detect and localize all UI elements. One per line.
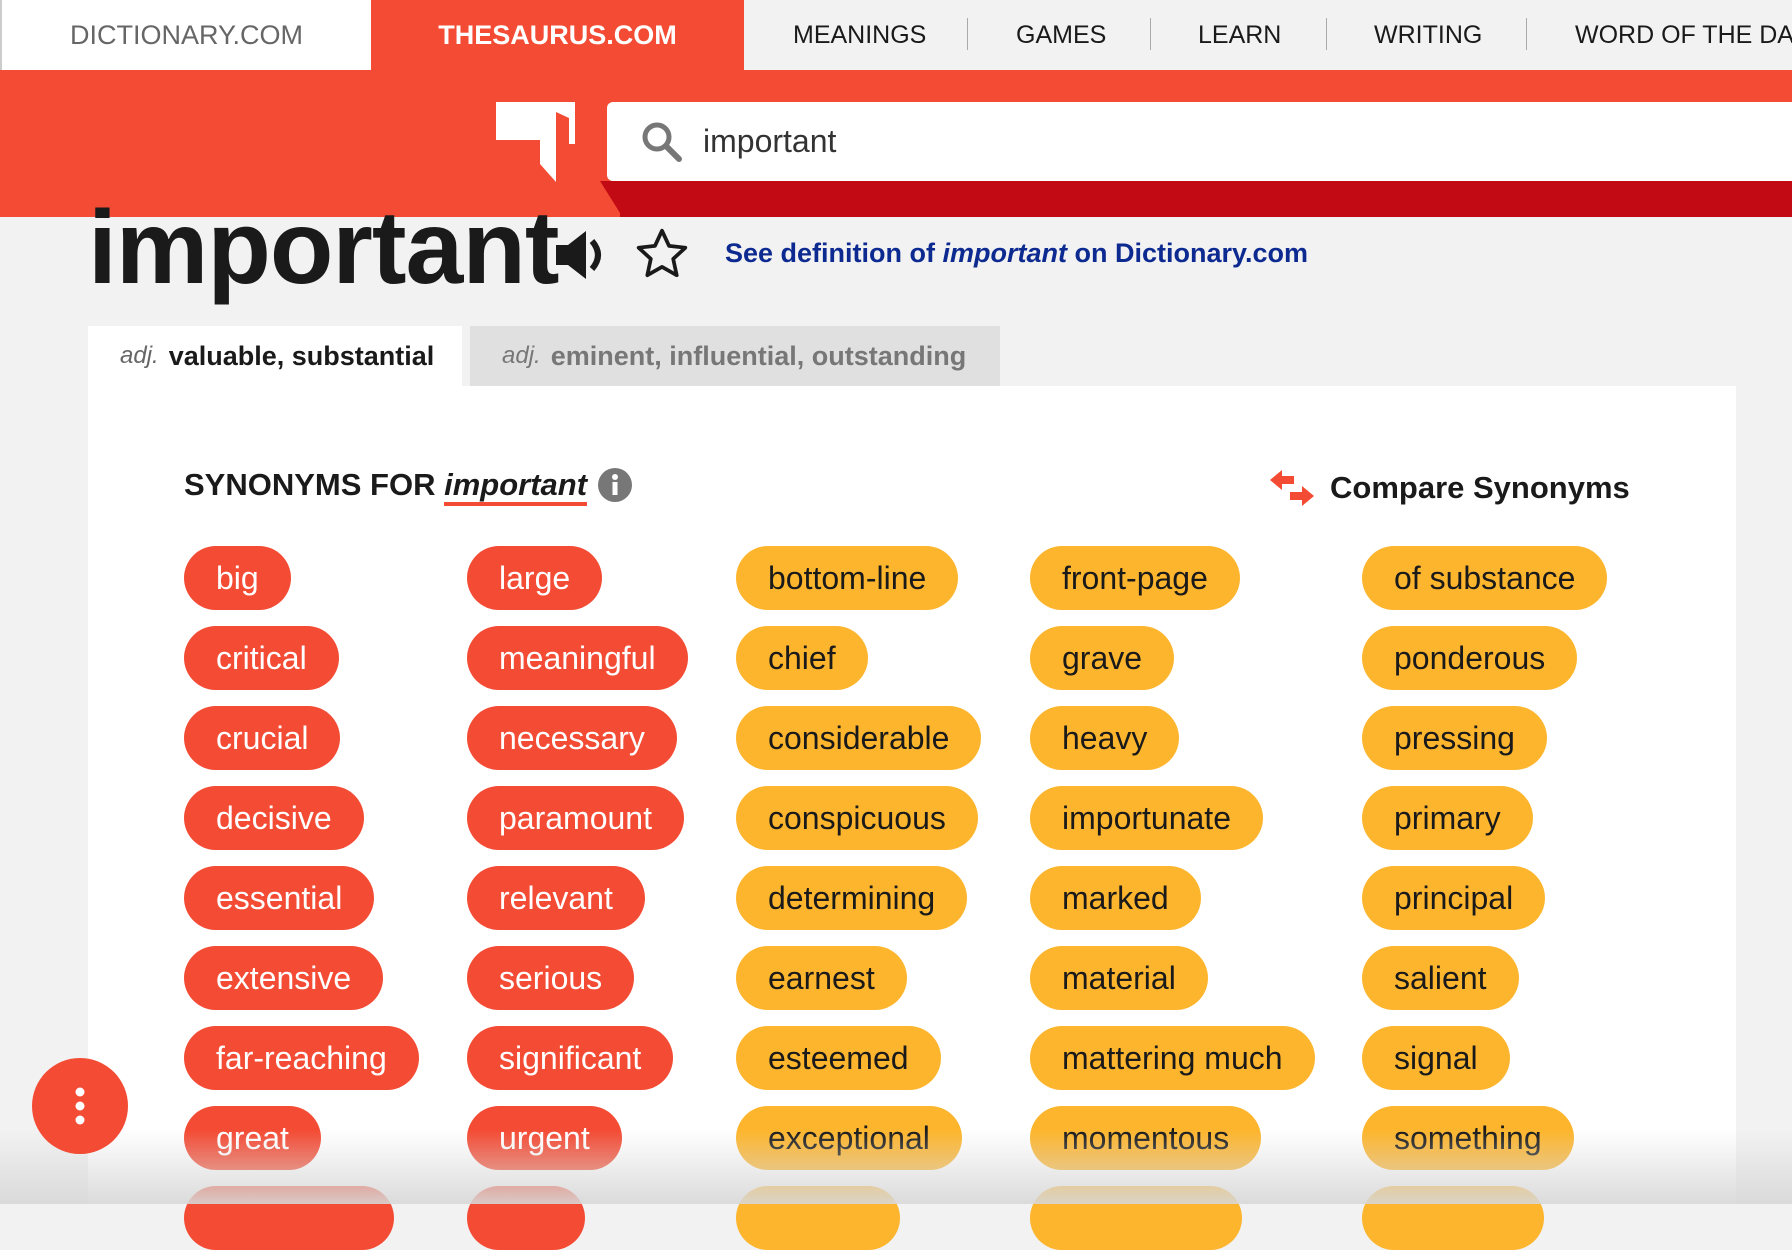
synonym-pill[interactable]: far-reaching <box>184 1026 419 1090</box>
sense-tab-2[interactable]: adj. eminent, influential, outstanding <box>470 326 1000 386</box>
nav-learn[interactable]: LEARN <box>1198 0 1281 70</box>
speaker-icon[interactable] <box>554 229 608 281</box>
info-icon[interactable] <box>597 467 633 503</box>
entry-word: important <box>88 190 560 306</box>
synonym-pill[interactable]: grave <box>1030 626 1175 690</box>
nav-word-of-the-day[interactable]: WORD OF THE DAY <box>1575 0 1792 70</box>
nav-divider <box>1150 18 1151 50</box>
compare-arrows-icon <box>1270 470 1314 506</box>
synonym-pill[interactable]: marked <box>1030 866 1201 930</box>
synonym-pill[interactable]: chief <box>736 626 868 690</box>
synonym-pill[interactable]: considerable <box>736 706 982 770</box>
compare-synonyms-button[interactable]: Compare Synonyms <box>1268 468 1630 508</box>
dictionary-tab[interactable]: DICTIONARY.COM <box>0 0 371 70</box>
search-icon[interactable] <box>641 121 683 163</box>
synonym-pill[interactable]: decisive <box>184 786 364 850</box>
nav-divider <box>967 18 968 50</box>
synonym-pill[interactable]: relevant <box>467 866 645 930</box>
dictionary-definition-link[interactable]: See definition of important on Dictionar… <box>725 238 1308 269</box>
synonym-pill[interactable]: meaningful <box>467 626 688 690</box>
synonym-pill[interactable]: necessary <box>467 706 677 770</box>
nav-divider <box>1526 18 1527 50</box>
top-nav: DICTIONARY.COM THESAURUS.COM MEANINGS GA… <box>0 0 1792 70</box>
synonym-pill[interactable]: principal <box>1362 866 1546 930</box>
link-suffix: on Dictionary.com <box>1067 238 1309 268</box>
synonym-pill[interactable]: paramount <box>467 786 684 850</box>
sense-label: eminent, influential, outstanding <box>550 340 967 371</box>
synonym-pill[interactable]: crucial <box>184 706 341 770</box>
synonym-pill[interactable]: signal <box>1362 1026 1510 1090</box>
synonym-pill[interactable]: earnest <box>736 946 907 1010</box>
vertical-dots-icon <box>75 1087 85 1125</box>
synonym-pill[interactable]: significant <box>467 1026 674 1090</box>
synonym-pill[interactable]: big <box>184 546 291 610</box>
nav-games[interactable]: GAMES <box>1016 0 1106 70</box>
sense-tab-1[interactable]: adj. valuable, substantial <box>88 326 462 386</box>
synonym-pill[interactable]: serious <box>467 946 635 1010</box>
synonym-pill[interactable]: critical <box>184 626 339 690</box>
synonym-pill[interactable]: front-page <box>1030 546 1240 610</box>
synonym-pill[interactable]: ponderous <box>1362 626 1578 690</box>
sense-pos: adj. <box>120 342 159 369</box>
synonym-pill[interactable]: mattering much <box>1030 1026 1315 1090</box>
bottom-fade <box>0 1130 1792 1204</box>
synonym-pill[interactable]: pressing <box>1362 706 1547 770</box>
synonym-pill[interactable]: essential <box>184 866 375 930</box>
synonym-pill[interactable]: importunate <box>1030 786 1263 850</box>
synonym-pill[interactable]: primary <box>1362 786 1533 850</box>
compare-synonyms-label: Compare Synonyms <box>1330 470 1630 505</box>
link-word: important <box>942 238 1068 268</box>
synonym-pill[interactable]: esteemed <box>736 1026 941 1090</box>
synonym-pill[interactable]: bottom-line <box>736 546 959 610</box>
thesaurus-logo[interactable] <box>496 102 576 186</box>
synonym-pill[interactable]: determining <box>736 866 968 930</box>
synonym-pill[interactable]: heavy <box>1030 706 1180 770</box>
nav-writing[interactable]: WRITING <box>1374 0 1482 70</box>
synonyms-heading: SYNONYMS FOR important <box>184 467 633 506</box>
search-input[interactable] <box>703 123 1603 160</box>
star-icon[interactable] <box>634 226 690 282</box>
link-prefix: See definition of <box>725 238 943 268</box>
header-accent-bar <box>620 181 1792 217</box>
synonym-pill[interactable]: large <box>467 546 603 610</box>
sense-label: valuable, substantial <box>168 340 435 371</box>
nav-meanings[interactable]: MEANINGS <box>793 0 926 70</box>
thesaurus-tab[interactable]: THESAURUS.COM <box>371 0 744 70</box>
synonyms-heading-label: SYNONYMS FOR <box>184 467 445 502</box>
sense-pos: adj. <box>502 342 541 369</box>
synonym-pill[interactable]: of substance <box>1362 546 1608 610</box>
more-options-button[interactable] <box>32 1058 128 1154</box>
synonym-pill[interactable]: salient <box>1362 946 1519 1010</box>
synonyms-heading-word: important <box>444 467 588 506</box>
synonym-pill[interactable]: material <box>1030 946 1208 1010</box>
synonym-pill[interactable]: extensive <box>184 946 384 1010</box>
nav-divider <box>1326 18 1327 50</box>
search-bar <box>607 102 1792 181</box>
synonym-pill[interactable]: conspicuous <box>736 786 978 850</box>
